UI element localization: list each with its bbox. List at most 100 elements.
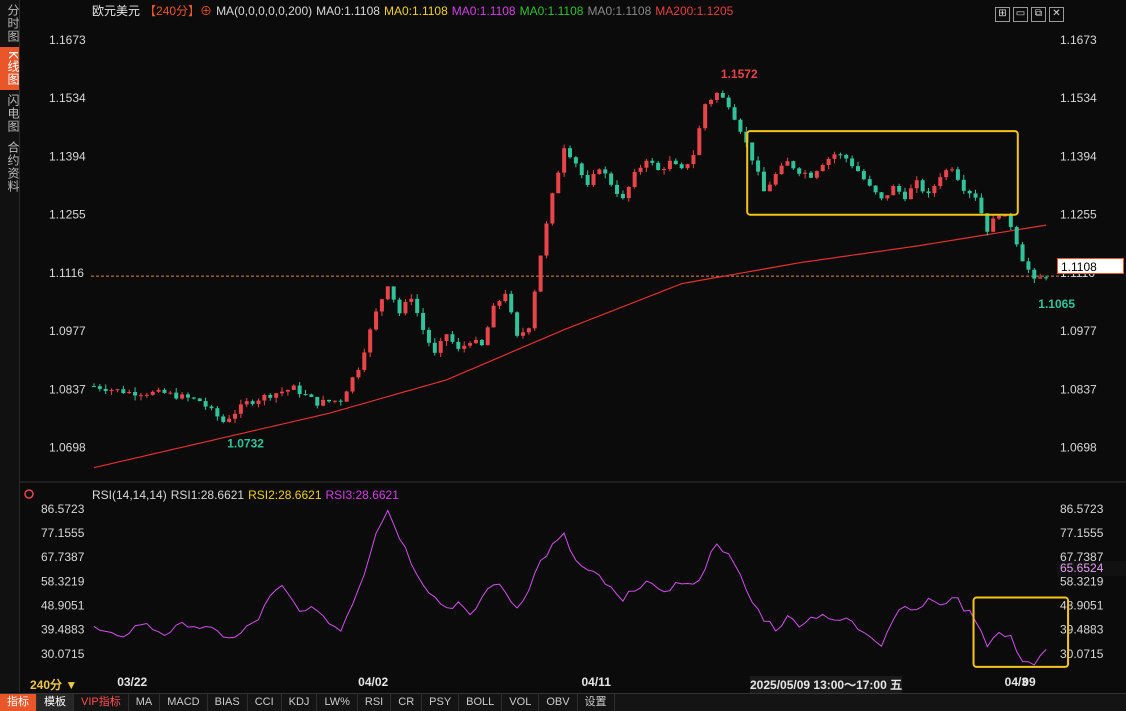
toolbar-item-9[interactable]: RSI: [358, 694, 392, 711]
toolbar-item-5[interactable]: BIAS: [208, 694, 248, 711]
time-crosshair-label: 2025/05/09 13:00～17:00 五: [750, 676, 903, 693]
rsi-axis-left-2: 67.7387: [41, 550, 85, 564]
toolbar-item-10[interactable]: CR: [391, 694, 423, 711]
candle-body: [103, 388, 108, 392]
low-annotation-left: 1.0732: [227, 436, 264, 450]
price-axis-left-7: 1.0698: [49, 441, 86, 455]
candle-body: [397, 299, 402, 314]
rsi-line: [93, 509, 1047, 666]
candle-body: [250, 401, 255, 404]
side-tab-3[interactable]: 合约资料: [0, 137, 20, 197]
toolbar-item-12[interactable]: BOLL: [459, 694, 503, 711]
candle-body: [967, 190, 972, 194]
candle-body: [891, 186, 896, 196]
candle-body: [432, 342, 437, 353]
period-selector[interactable]: 240分 ▼: [30, 676, 77, 693]
candle-body: [285, 389, 290, 392]
toolbar-item-15[interactable]: 设置: [578, 694, 615, 711]
current-price-tag: 1.1108: [1057, 258, 1124, 274]
toolbar-item-4[interactable]: MACD: [160, 694, 208, 711]
candle-body: [91, 386, 96, 388]
toolbar-item-6[interactable]: CCI: [248, 694, 282, 711]
trading-window: 分时图 K线图 闪电图 合约资料 1.1673 1.1673 1.1534 1.1534 1.…: [0, 0, 1126, 711]
rsi-axis-left-5: 39.4883: [41, 623, 85, 637]
ma-params[interactable]: MA(0,0,0,0,0,200): [216, 4, 312, 18]
candle-body: [379, 299, 384, 312]
toolbar-item-11[interactable]: PSY: [422, 694, 460, 711]
rsi-axis-left-6: 30.0715: [41, 647, 85, 661]
toolbar-item-7[interactable]: KDJ: [282, 694, 318, 711]
candle-body: [426, 329, 431, 343]
candle-body: [803, 172, 808, 174]
rsi-highlight-box: [972, 596, 1070, 668]
candle-body: [144, 394, 149, 396]
chart-area[interactable]: 1.1673 1.1673 1.1534 1.1534 1.1394 1.1394 1.12…: [19, 0, 1126, 692]
candle-body: [450, 334, 455, 342]
toolbar-item-8[interactable]: LW%: [317, 694, 358, 711]
rsi-axis-right-1: 77.1555: [1060, 526, 1104, 540]
symbol-name: 欧元美元: [92, 4, 141, 18]
price-axis-left-4: 1.1116: [49, 266, 84, 280]
candle-body: [297, 385, 302, 395]
candle-body: [714, 92, 719, 100]
rsi-axis-right-3: 58.3219: [1060, 574, 1104, 588]
candle-body: [779, 165, 784, 175]
price-axis-right-3: 1.1255: [1060, 208, 1097, 222]
candle-body: [685, 164, 690, 169]
candle-body: [961, 179, 966, 191]
toolbar-item-13[interactable]: VOL: [502, 694, 540, 711]
candle-body: [303, 394, 308, 396]
toolbar-item-3[interactable]: MA: [129, 694, 161, 711]
candle-body: [232, 413, 237, 419]
candle-body: [409, 298, 414, 302]
price-axis-right-7: 1.0698: [1060, 441, 1097, 455]
rsi-value-0: RSI1:28.6621: [170, 488, 245, 502]
rsi-axis-left-1: 77.1555: [41, 526, 85, 540]
candle-body: [327, 399, 332, 402]
candle-body: [291, 385, 296, 390]
candle-body: [750, 142, 755, 161]
side-tab-1[interactable]: K线图: [0, 47, 20, 90]
restore-icon[interactable]: ⧉: [1031, 7, 1046, 22]
candle-body: [538, 255, 543, 292]
high-annotation: 1.1572: [721, 67, 758, 81]
rsi-params[interactable]: RSI(14,14,14): [92, 488, 167, 502]
close-icon[interactable]: ✕: [1049, 7, 1064, 22]
side-tab-0[interactable]: 分时图: [0, 0, 20, 47]
candle-body: [109, 389, 114, 392]
toolbar-item-1[interactable]: 模板: [37, 694, 74, 711]
candle-body: [503, 293, 508, 302]
ma-values: MA0:1.1108 MA0:1.1108 MA0:1.1108 MA0:1.1108…: [316, 4, 737, 18]
candle-body: [885, 195, 890, 199]
candle-body: [726, 97, 731, 108]
candle-body: [955, 169, 960, 180]
candle-body: [491, 305, 496, 328]
candle-body: [703, 104, 708, 129]
expand-icon[interactable]: ⊞: [995, 7, 1010, 22]
ma-value-4: MA0:1.1108: [587, 4, 652, 18]
candle-body: [262, 394, 267, 401]
candle-body: [908, 188, 913, 200]
candle-body: [985, 213, 990, 232]
kline-chart-svg[interactable]: 1.1673 1.1673 1.1534 1.1534 1.1394 1.1394 1.12…: [19, 0, 1126, 692]
candle-body: [820, 165, 825, 172]
price-axis-right-1: 1.1534: [1060, 91, 1097, 105]
candle-body: [850, 158, 855, 167]
candle-body: [738, 119, 743, 132]
candle-body: [138, 395, 143, 397]
candle-body: [861, 171, 866, 180]
toolbar-item-2[interactable]: VIP指标: [74, 694, 129, 711]
window-icon[interactable]: ▭: [1013, 7, 1028, 22]
rsi-settings-icon[interactable]: [24, 489, 34, 499]
ma-value-3: MA0:1.1108: [519, 4, 584, 18]
toolbar-item-0[interactable]: 指标: [0, 694, 37, 711]
period-label[interactable]: 【240分】: [144, 4, 200, 18]
candle-body: [338, 400, 343, 402]
toolbar-item-14[interactable]: OBV: [539, 694, 578, 711]
candle-body: [932, 185, 937, 194]
candle-body: [791, 161, 796, 169]
period-settings-icon[interactable]: ⊕: [200, 4, 212, 18]
side-tab-2[interactable]: 闪电图: [0, 90, 20, 137]
candle-body: [697, 128, 702, 156]
candle-body: [368, 329, 373, 353]
